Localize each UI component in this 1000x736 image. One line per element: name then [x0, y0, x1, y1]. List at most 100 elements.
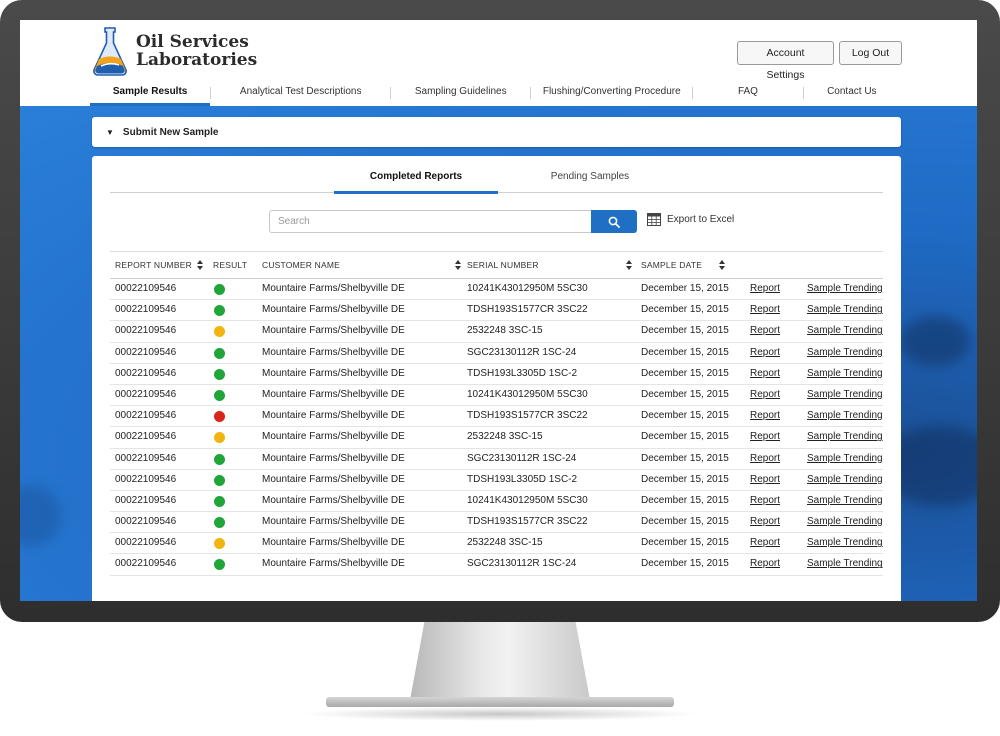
results-panel: Completed Reports Pending Samples Exp [92, 156, 901, 601]
sample-date-cell: December 15, 2015 [641, 283, 729, 294]
background-blur [900, 316, 970, 366]
serial-number-cell: 10241K43012950M 5SC30 [467, 494, 588, 506]
report-link[interactable]: Report [750, 279, 780, 299]
sample-trending-link[interactable]: Sample Trending [807, 364, 883, 384]
sample-trending-link[interactable]: Sample Trending [807, 533, 883, 553]
serial-number-cell: 2532248 3SC-15 [467, 325, 543, 337]
report-link[interactable]: Report [750, 427, 780, 447]
log-out-button[interactable]: Log Out [839, 41, 902, 65]
report-link[interactable]: Report [750, 364, 780, 384]
table-row: 00022109546 Mountaire Farms/Shelbyville D… [110, 279, 883, 301]
sample-trending-link[interactable]: Sample Trending [807, 321, 883, 341]
export-to-excel-button[interactable]: Export to Excel [647, 213, 734, 226]
screen: Oil Services Laboratories Account Settin… [20, 20, 977, 601]
search-button[interactable] [591, 210, 637, 233]
result-status-green [214, 305, 225, 317]
sample-date-cell: December 15, 2015 [641, 388, 729, 400]
table-header: REPORT NUMBER RESULT CUSTOMER NAME SERIA… [110, 251, 883, 279]
sample-trending-link[interactable]: Sample Trending [807, 300, 883, 320]
sample-trending-link[interactable]: Sample Trending [807, 427, 883, 447]
report-link[interactable]: Report [750, 533, 780, 553]
serial-number-cell: TDSH193S1577CR 3SC22 [467, 516, 588, 528]
serial-number-cell: TDSH193L3305D 1SC-2 [467, 473, 578, 485]
table-row: 00022109546 Mountaire Farms/Shelbyville D… [110, 427, 883, 449]
nav-item-contact-us[interactable]: Contact Us [804, 82, 900, 106]
account-settings-button[interactable]: Account Settings [737, 41, 834, 81]
logo-text: Oil Services Laboratories [136, 33, 257, 69]
result-status-yellow [214, 432, 225, 444]
report-link[interactable]: Report [750, 343, 780, 363]
table-row: 00022109546 Mountaire Farms/Shelbyville D… [110, 491, 883, 513]
sort-icon[interactable] [197, 260, 203, 270]
tab-pending-samples[interactable]: Pending Samples [508, 165, 672, 193]
report-link[interactable]: Report [750, 554, 780, 574]
search-input[interactable] [269, 210, 591, 233]
submit-new-sample-toggle[interactable]: ▼ Submit New Sample [92, 117, 901, 147]
customer-name-cell: Mountaire Farms/Shelbyville DE [262, 452, 405, 464]
serial-number-cell: TDSH193S1577CR 3SC22 [467, 304, 588, 316]
report-number-cell: 00022109546 [115, 304, 177, 316]
table-row: 00022109546 Mountaire Farms/Shelbyville D… [110, 385, 883, 407]
sample-date-cell: December 15, 2015 [641, 346, 729, 358]
sort-icon[interactable] [626, 260, 632, 270]
tab-completed-reports[interactable]: Completed Reports [334, 165, 498, 194]
customer-name-cell: Mountaire Farms/Shelbyville DE [262, 558, 405, 570]
logo[interactable]: Oil Services Laboratories [90, 26, 257, 76]
report-link[interactable]: Report [750, 470, 780, 490]
col-sample-date[interactable]: SAMPLE DATE [641, 252, 702, 278]
report-link[interactable]: Report [750, 491, 780, 511]
serial-number-cell: TDSH193L3305D 1SC-2 [467, 367, 578, 379]
caret-down-icon: ▼ [106, 127, 114, 137]
report-number-cell: 00022109546 [115, 346, 177, 358]
report-link[interactable]: Report [750, 406, 780, 426]
table-row: 00022109546 Mountaire Farms/Shelbyville D… [110, 470, 883, 491]
nav-item-sample-results[interactable]: Sample Results [90, 82, 211, 106]
table-row: 00022109546 Mountaire Farms/Shelbyville D… [110, 343, 883, 364]
report-number-cell: 00022109546 [115, 494, 177, 506]
results-table: REPORT NUMBER RESULT CUSTOMER NAME SERIA… [110, 251, 883, 576]
table-row: 00022109546 Mountaire Farms/Shelbyville D… [110, 300, 883, 322]
sample-trending-link[interactable]: Sample Trending [807, 512, 883, 532]
result-status-red [214, 411, 225, 423]
table-row: 00022109546 Mountaire Farms/Shelbyville D… [110, 406, 883, 428]
sample-trending-link[interactable]: Sample Trending [807, 343, 883, 363]
col-result[interactable]: RESULT [213, 252, 247, 278]
sample-trending-link[interactable]: Sample Trending [807, 406, 883, 426]
serial-number-cell: TDSH193S1577CR 3SC22 [467, 410, 588, 422]
sample-date-cell: December 15, 2015 [641, 537, 729, 549]
sample-date-cell: December 15, 2015 [641, 452, 729, 464]
sample-trending-link[interactable]: Sample Trending [807, 385, 883, 405]
sample-date-cell: December 15, 2015 [641, 473, 729, 485]
report-number-cell: 00022109546 [115, 452, 177, 464]
col-serial-number[interactable]: SERIAL NUMBER [467, 252, 539, 278]
nav-item-flushing-converting-procedure[interactable]: Flushing/Converting Procedure [531, 82, 692, 106]
sample-trending-link[interactable]: Sample Trending [807, 279, 883, 299]
monitor-stand [410, 622, 590, 700]
sample-date-cell: December 15, 2015 [641, 516, 729, 528]
col-customer-name[interactable]: CUSTOMER NAME [262, 252, 340, 278]
nav-item-sampling-guidelines[interactable]: Sampling Guidelines [391, 82, 530, 106]
serial-number-cell: SGC23130112R 1SC-24 [467, 346, 577, 358]
report-number-cell: 00022109546 [115, 283, 177, 294]
report-link[interactable]: Report [750, 300, 780, 320]
report-link[interactable]: Report [750, 321, 780, 341]
sample-date-cell: December 15, 2015 [641, 304, 729, 316]
sample-date-cell: December 15, 2015 [641, 325, 729, 337]
sort-icon[interactable] [719, 260, 725, 270]
customer-name-cell: Mountaire Farms/Shelbyville DE [262, 346, 405, 358]
sample-trending-link[interactable]: Sample Trending [807, 449, 883, 469]
report-number-cell: 00022109546 [115, 325, 177, 337]
report-link[interactable]: Report [750, 512, 780, 532]
sample-date-cell: December 15, 2015 [641, 431, 729, 443]
report-number-cell: 00022109546 [115, 473, 177, 485]
nav-item-analytical-test-descriptions[interactable]: Analytical Test Descriptions [211, 82, 390, 106]
sample-trending-link[interactable]: Sample Trending [807, 491, 883, 511]
col-report-number[interactable]: REPORT NUMBER [115, 252, 192, 278]
sample-trending-link[interactable]: Sample Trending [807, 554, 883, 574]
report-link[interactable]: Report [750, 385, 780, 405]
customer-name-cell: Mountaire Farms/Shelbyville DE [262, 494, 405, 506]
nav-item-faq[interactable]: FAQ [693, 82, 802, 106]
sort-icon[interactable] [455, 260, 461, 270]
sample-trending-link[interactable]: Sample Trending [807, 470, 883, 490]
report-link[interactable]: Report [750, 449, 780, 469]
